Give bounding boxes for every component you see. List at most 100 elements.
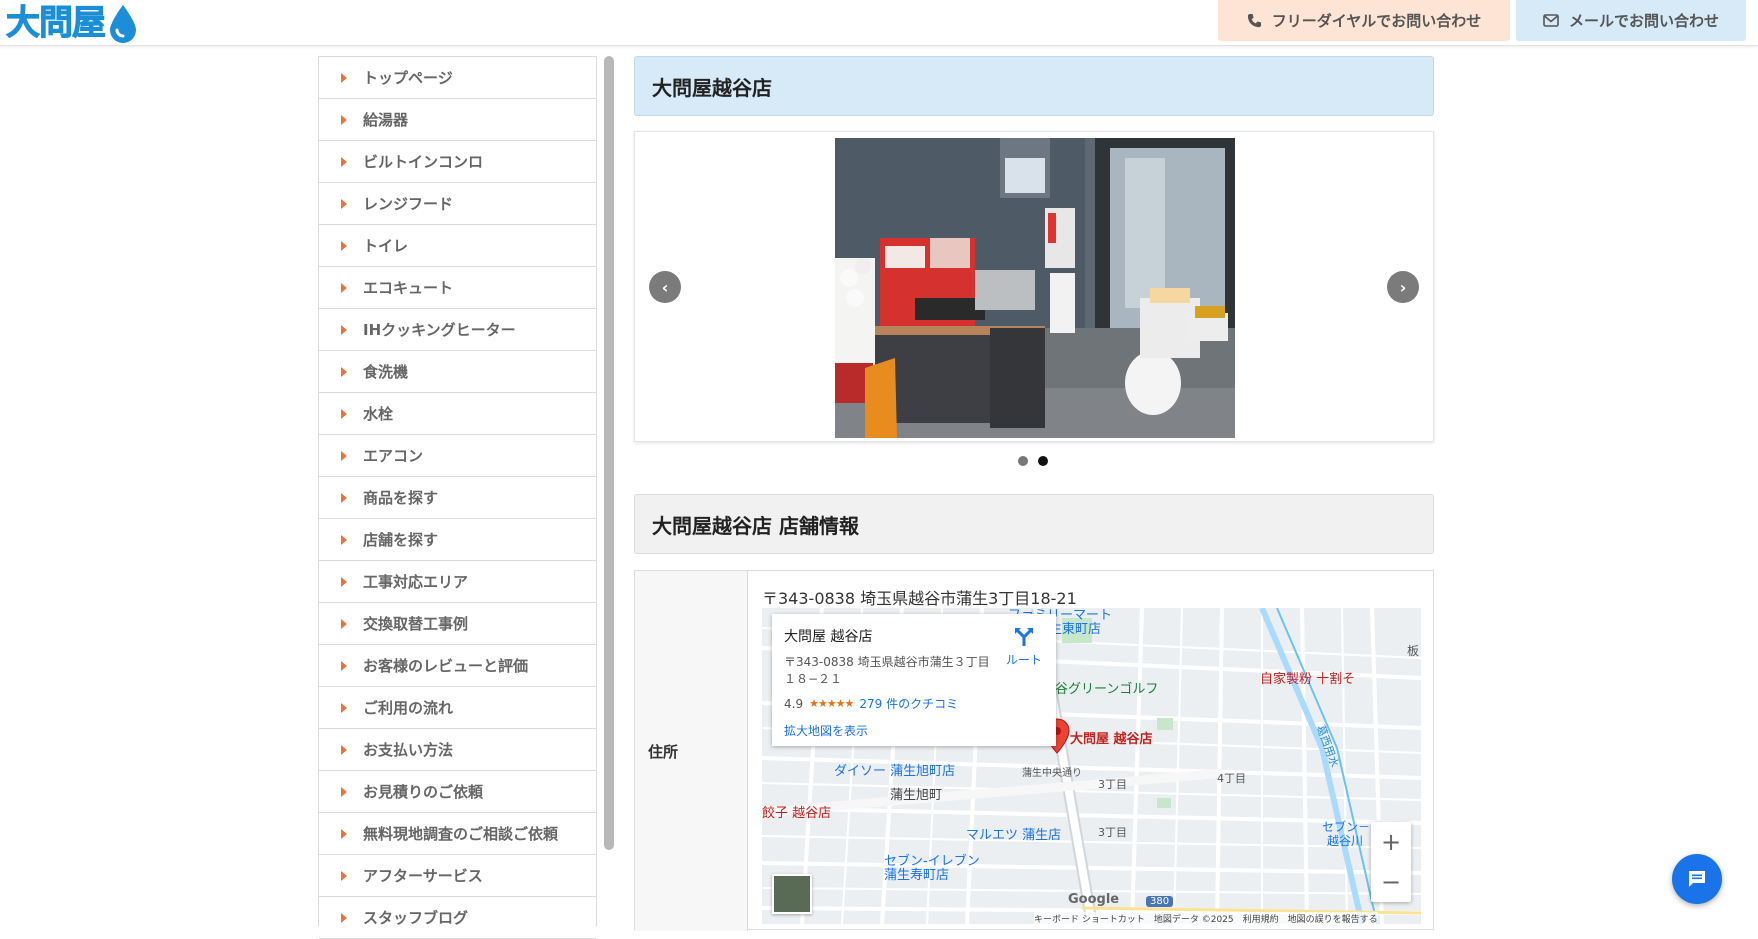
logo-text: 大問屋 [6, 3, 107, 44]
sidebar-item-label: お見積りのご依頼 [363, 783, 484, 801]
place-rating-row: 4.9 ★★★★★ 279 件のクチコミ [784, 695, 1044, 712]
free-dial-label: フリーダイヤルでお問い合わせ [1271, 12, 1482, 30]
sidebar-item-label: レンジフード [363, 195, 454, 213]
map-poi-seven-branch[interactable]: 蒲生寿町店 [884, 864, 949, 883]
map-area-3chome: 3丁目 [1098, 778, 1127, 791]
sidebar-item-reviews[interactable]: お客様のレビューと評価 [319, 645, 596, 687]
sidebar-item-label: 給湯器 [363, 111, 409, 129]
caret-right-icon [341, 492, 347, 503]
sidebar-item-label: トイレ [363, 237, 409, 255]
map-zoom-controls: + − [1371, 822, 1411, 902]
sidebar-item-water-heater[interactable]: 給湯器 [319, 99, 596, 141]
mail-contact-button[interactable]: メールでお問い合わせ [1516, 0, 1746, 41]
caret-right-icon [341, 660, 347, 671]
sidebar-item-label: 商品を探す [363, 489, 439, 507]
sidebar-item-range-hood[interactable]: レンジフード [319, 183, 596, 225]
sidebar-item-usage-flow[interactable]: ご利用の流れ [319, 687, 596, 729]
caret-right-icon [341, 534, 347, 545]
map-poi-maruetsu[interactable]: マルエツ 蒲生店 [966, 824, 1061, 843]
sidebar-item-find-products[interactable]: 商品を探す [319, 477, 596, 519]
sidebar-item-site-survey[interactable]: 無料現地調査のご相談ご依頼 [319, 813, 596, 855]
caret-right-icon [341, 282, 347, 293]
caret-right-icon [341, 828, 347, 839]
caret-right-icon [341, 198, 347, 209]
sidebar-item-top[interactable]: トップページ [319, 57, 596, 99]
slider-dot-1[interactable] [1018, 456, 1028, 466]
slider-dot-2[interactable] [1038, 456, 1048, 466]
sidebar-item-estimate[interactable]: お見積りのご依頼 [319, 771, 596, 813]
mail-label: メールでお問い合わせ [1568, 12, 1719, 30]
sidebar-item-service-area[interactable]: 工事対応エリア [319, 561, 596, 603]
sidebar-item-label: お支払い方法 [363, 741, 454, 759]
caret-right-icon [341, 114, 347, 125]
sidebar-item-label: お客様のレビューと評価 [363, 657, 529, 675]
caret-right-icon [341, 408, 347, 419]
map-footer: キーボード ショートカット 地図データ ©2025 利用規約 地図の誤りを報告す… [1034, 912, 1378, 924]
sidebar-item-label: 無料現地調査のご相談ご依頼 [363, 825, 559, 843]
sidebar-scrollbar[interactable] [604, 56, 614, 850]
map-poi-soba[interactable]: 自家製粉 十割そ [1260, 668, 1355, 687]
satellite-layer-toggle[interactable] [772, 874, 812, 914]
page-title: 大問屋越谷店 [634, 56, 1434, 116]
place-rating-value: 4.9 [784, 696, 804, 711]
sidebar-item-label: エコキュート [363, 279, 454, 297]
route-label: ルート [1005, 653, 1042, 667]
store-info-heading: 大問屋越谷店 店舗情報 [634, 494, 1434, 554]
caret-right-icon [341, 786, 347, 797]
map-poi-gyoza[interactable]: 餃子 越谷店 [762, 802, 831, 821]
map-place-card: 大問屋 越谷店 〒343-0838 埼玉県越谷市蒲生３丁目１８−２１ 4.9 ★… [772, 614, 1056, 746]
chat-button[interactable] [1672, 854, 1722, 904]
route-button[interactable]: ルート [1000, 626, 1048, 668]
water-drop-icon [110, 5, 136, 43]
sidebar-item-label: IHクッキングヒーター [363, 321, 516, 339]
sidebar-item-label: ビルトインコンロ [363, 153, 484, 171]
map-area-asahi: 蒲生旭町 [890, 788, 943, 803]
caret-right-icon [341, 366, 347, 377]
enlarge-map-link[interactable]: 拡大地図を表示 [784, 722, 1044, 739]
map-store-label[interactable]: 大問屋 越谷店 [1070, 728, 1153, 747]
map-road-label: 蒲生中央通り [1022, 768, 1082, 779]
mail-icon [1543, 14, 1559, 27]
zoom-in-button[interactable]: + [1371, 822, 1411, 862]
route-number-badge: 380 [1146, 896, 1174, 907]
sidebar-item-label: エアコン [363, 447, 424, 465]
free-dial-contact-button[interactable]: フリーダイヤルでお問い合わせ [1218, 0, 1510, 41]
store-photo-illustration [835, 138, 1235, 438]
sidebar-item-dishwasher[interactable]: 食洗機 [319, 351, 596, 393]
sidebar-item-label: アフターサービス [363, 867, 483, 885]
sidebar-item-staff-blog[interactable]: スタッフブログ [319, 897, 596, 939]
sidebar-item-payment[interactable]: お支払い方法 [319, 729, 596, 771]
chat-icon [1689, 871, 1705, 887]
sidebar-item-label: 工事対応エリア [363, 573, 469, 591]
google-map[interactable]: ファミリーマート 蒲生東町店 越谷グリーンゴルフ 自家製粉 十割そ ダイソー 蒲… [762, 608, 1421, 924]
slider-next-button[interactable]: › [1387, 271, 1419, 303]
caret-right-icon [341, 72, 347, 83]
sidebar-item-aircon[interactable]: エアコン [319, 435, 596, 477]
sidebar-item-ih-heater[interactable]: IHクッキングヒーター [319, 309, 596, 351]
sidebar-item-after-service[interactable]: アフターサービス [319, 855, 596, 897]
place-reviews-link[interactable]: 279 件のクチコミ [859, 695, 958, 712]
sidebar-item-toilet[interactable]: トイレ [319, 225, 596, 267]
slider-prev-button[interactable]: ‹ [649, 271, 681, 303]
rating-stars-icon: ★★★★★ [809, 697, 854, 710]
sidebar-item-ecocute[interactable]: エコキュート [319, 267, 596, 309]
map-poi-koshigaya-river[interactable]: 越谷川 [1327, 832, 1363, 849]
sidebar-item-builtin-stove[interactable]: ビルトインコンロ [319, 141, 596, 183]
sidebar-item-faucet[interactable]: 水栓 [319, 393, 596, 435]
caret-right-icon [341, 912, 347, 923]
store-interior-photo [835, 138, 1235, 438]
map-poi-golf[interactable]: 越谷グリーンゴルフ [1042, 678, 1158, 697]
sidebar-item-case-studies[interactable]: 交換取替工事例 [319, 603, 596, 645]
address-label: 住所 [635, 571, 748, 931]
sidebar-item-label: 食洗機 [363, 363, 409, 381]
map-poi-daiso[interactable]: ダイソー 蒲生旭町店 [834, 760, 955, 779]
caret-right-icon [341, 324, 347, 335]
map-area-4chome: 4丁目 [1217, 772, 1246, 785]
site-logo[interactable]: 大問屋 [6, 2, 139, 44]
zoom-out-button[interactable]: − [1371, 862, 1411, 902]
caret-right-icon [341, 156, 347, 167]
caret-right-icon [341, 240, 347, 251]
sidebar-nav: トップページ 給湯器 ビルトインコンロ レンジフード トイレ エコキュート IH… [318, 56, 597, 939]
caret-right-icon [341, 744, 347, 755]
sidebar-item-find-stores[interactable]: 店舗を探す [319, 519, 596, 561]
